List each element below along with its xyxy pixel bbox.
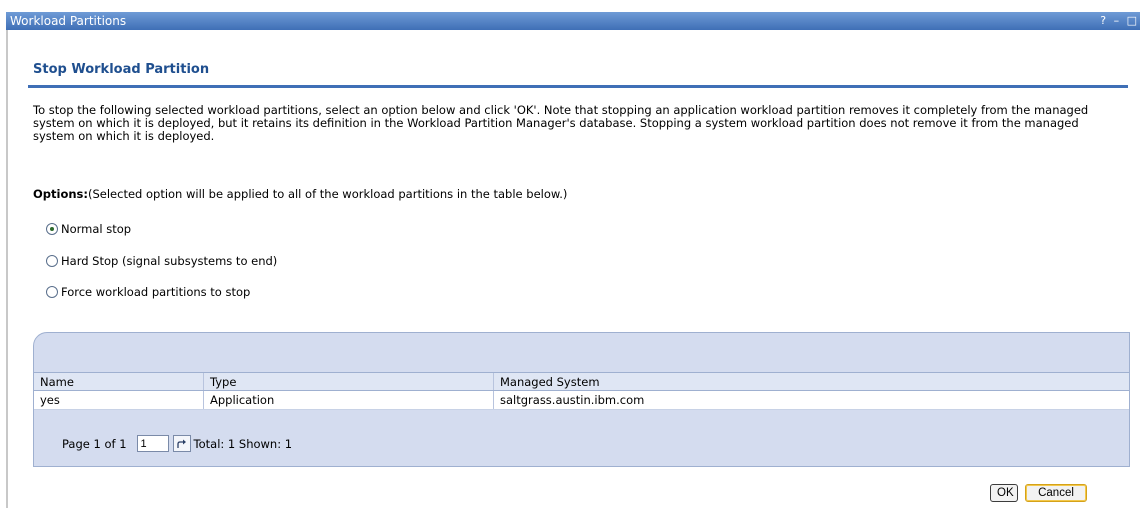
cell-type: Application <box>204 391 494 409</box>
cell-managed-system: saltgrass.austin.ibm.com <box>500 393 645 407</box>
option-label[interactable]: Force workload partitions to stop <box>61 285 250 299</box>
column-header-type[interactable]: Type <box>204 373 494 390</box>
help-icon[interactable]: ? <box>1100 12 1107 30</box>
options-note: (Selected option will be applied to all … <box>87 187 568 201</box>
go-page-button[interactable] <box>172 435 191 452</box>
radio-unselected-icon[interactable] <box>46 286 58 298</box>
minimize-icon[interactable]: – <box>1114 12 1121 30</box>
window-frame-left <box>6 30 8 508</box>
option-label[interactable]: Normal stop <box>61 222 131 236</box>
option-hard-stop[interactable]: Hard Stop (signal subsystems to end) <box>46 254 277 268</box>
table-row[interactable]: yes Application saltgrass.austin.ibm.com <box>34 391 1129 410</box>
cell-name: yes <box>34 391 204 409</box>
options-label: Options: <box>33 187 88 201</box>
column-header-managed-system[interactable]: Managed System <box>494 373 1129 390</box>
page-indicator: Page 1 of 1 <box>62 436 127 451</box>
ok-button[interactable]: OK <box>990 484 1018 502</box>
intro-text: To stop the following selected workload … <box>33 103 1089 143</box>
page-title: Stop Workload Partition <box>33 62 210 77</box>
page-number-input[interactable] <box>136 435 169 452</box>
option-force-stop[interactable]: Force workload partitions to stop <box>46 285 250 299</box>
pager-summary: Total: 1 Shown: 1 <box>193 436 293 451</box>
table-grid: Name Type Managed System yes Application… <box>34 372 1129 410</box>
workload-partitions-table: Name Type Managed System yes Application… <box>33 332 1130 467</box>
options-description: Options:(Selected option will be applied… <box>33 187 567 201</box>
window-titlebar: Workload Partitions ? – □ <box>6 12 1140 30</box>
cancel-button[interactable]: Cancel <box>1025 484 1087 502</box>
window-controls: ? – □ <box>1098 12 1138 30</box>
table-header-row: Name Type Managed System <box>34 372 1129 391</box>
title-divider <box>28 85 1128 88</box>
radio-unselected-icon[interactable] <box>46 255 58 267</box>
option-label[interactable]: Hard Stop (signal subsystems to end) <box>61 254 277 268</box>
radio-selected-icon[interactable] <box>46 223 58 235</box>
maximize-icon[interactable]: □ <box>1127 12 1138 30</box>
column-header-name[interactable]: Name <box>34 373 204 390</box>
option-normal-stop[interactable]: Normal stop <box>46 222 131 236</box>
table-pager: Page 1 of 1 Total: 1 Shown: 1 <box>62 435 292 452</box>
go-arrow-icon <box>176 439 186 448</box>
window-title: Workload Partitions <box>10 14 127 28</box>
